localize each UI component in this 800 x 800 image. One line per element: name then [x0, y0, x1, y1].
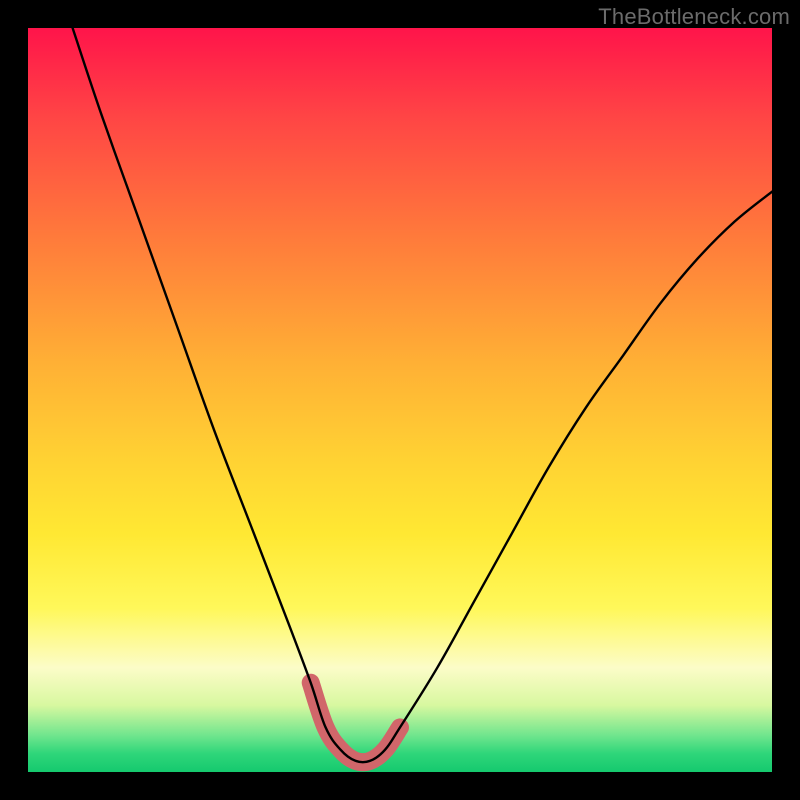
chart-gradient-area	[28, 28, 772, 772]
bottleneck-curve-path	[73, 28, 772, 762]
chart-svg	[28, 28, 772, 772]
watermark-label: TheBottleneck.com	[598, 4, 790, 30]
